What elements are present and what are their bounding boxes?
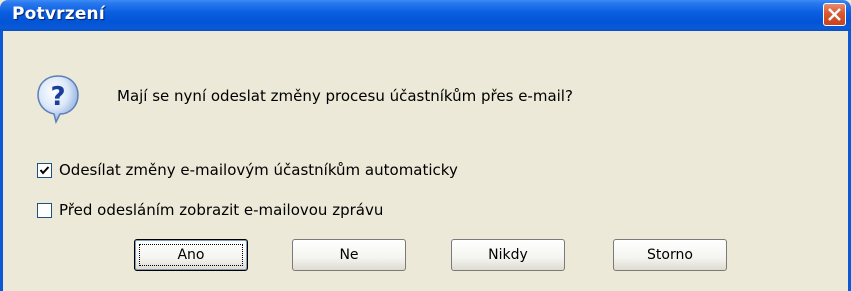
- never-button[interactable]: Nikdy: [451, 239, 565, 271]
- dialog-title: Potvrzení: [12, 4, 105, 24]
- confirmation-dialog: Potvrzení ? Mají se nyní odeslat změny p…: [0, 0, 851, 291]
- checkmark-icon: [39, 165, 50, 175]
- no-button[interactable]: Ne: [292, 239, 406, 271]
- never-button-label: Nikdy: [488, 247, 528, 263]
- cancel-button-label: Storno: [647, 247, 693, 263]
- yes-button[interactable]: Ano: [134, 239, 248, 271]
- title-bar[interactable]: Potvrzení: [0, 0, 851, 31]
- checkbox-show-message-label: Před odesláním zobrazit e-mailovou zpráv…: [59, 201, 384, 219]
- checkbox-show-message-box[interactable]: [37, 202, 52, 218]
- checkbox-show-message[interactable]: Před odesláním zobrazit e-mailovou zpráv…: [37, 200, 383, 220]
- question-icon: ?: [37, 75, 79, 124]
- checkbox-auto-send-box[interactable]: [37, 162, 52, 178]
- close-icon: [828, 8, 841, 21]
- no-button-label: Ne: [339, 247, 359, 263]
- svg-text:?: ?: [50, 82, 65, 112]
- checkbox-auto-send[interactable]: Odesílat změny e-mailovým účastníkům aut…: [37, 160, 458, 180]
- checkbox-auto-send-label: Odesílat změny e-mailovým účastníkům aut…: [59, 161, 458, 179]
- close-button[interactable]: [823, 3, 846, 26]
- cancel-button[interactable]: Storno: [613, 239, 727, 271]
- window-border-left: [0, 31, 3, 291]
- dialog-message: Mají se nyní odeslat změny procesu účast…: [117, 87, 573, 105]
- focus-ring: [139, 244, 243, 266]
